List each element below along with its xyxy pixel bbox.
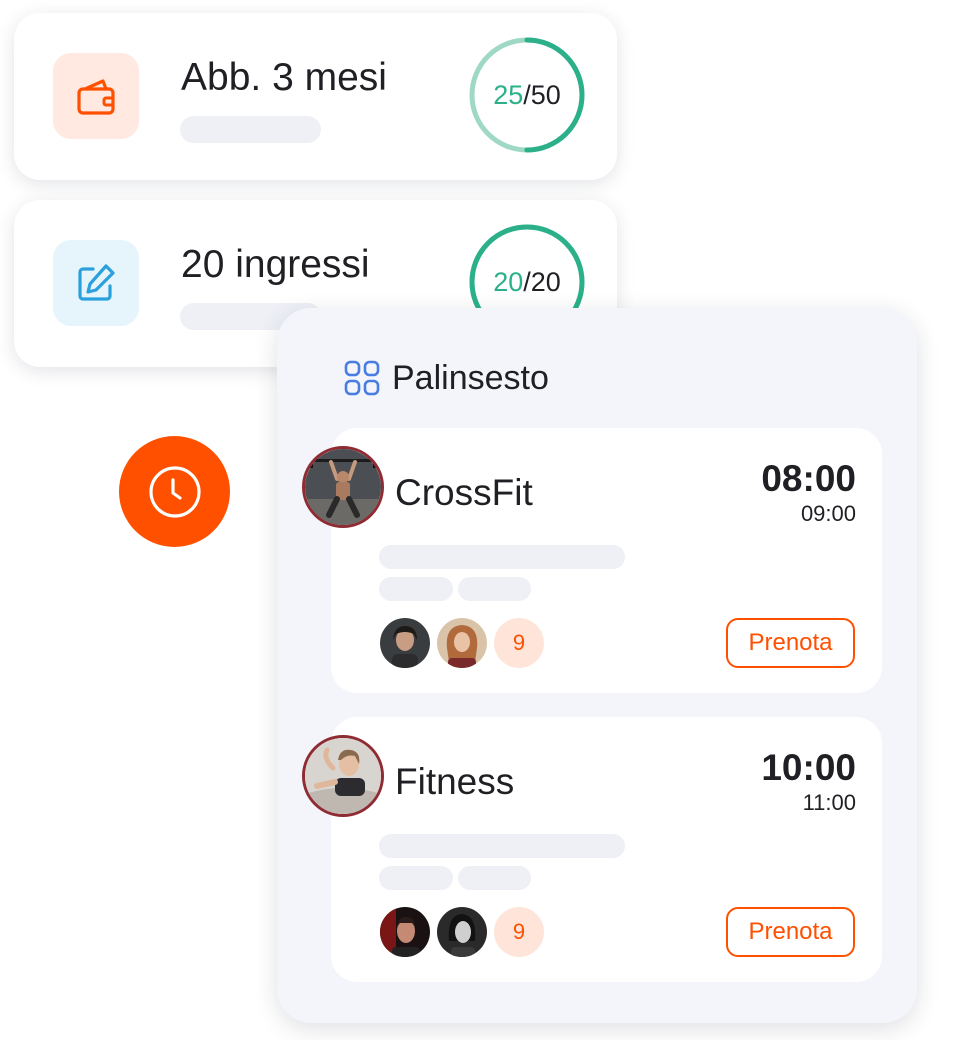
situp-woman-photo <box>302 735 384 817</box>
ring-separator: / <box>523 79 531 110</box>
text-placeholder <box>379 545 625 569</box>
total-count: 50 <box>530 79 561 110</box>
class-end-time: 11:00 <box>802 790 856 815</box>
class-start-time: 10:00 <box>761 747 856 788</box>
class-start-time: 08:00 <box>761 458 856 499</box>
clock-icon <box>148 465 201 518</box>
schedule-title: Palinsesto <box>392 358 549 397</box>
grid-icon <box>344 360 380 396</box>
used-count: 20 <box>493 266 524 297</box>
subscription-title: Abb. 3 mesi <box>181 56 387 99</box>
tag-placeholder <box>379 577 453 601</box>
edit-icon-tile <box>53 240 139 326</box>
avatar <box>380 907 430 957</box>
clock-button[interactable] <box>119 436 230 547</box>
class-name: CrossFit <box>395 472 533 513</box>
book-button[interactable]: Prenota <box>726 618 855 668</box>
class-end-time: 09:00 <box>800 501 856 526</box>
schedule-header: Palinsesto <box>344 358 549 397</box>
participants-count-badge: 9 <box>494 618 544 668</box>
edit-icon <box>78 264 115 301</box>
avatar <box>380 618 430 668</box>
weightlifter-photo <box>302 446 384 528</box>
text-placeholder <box>379 834 625 858</box>
usage-ring: 25/50 <box>467 35 587 155</box>
text-placeholder <box>180 116 321 143</box>
book-button[interactable]: Prenota <box>726 907 855 957</box>
total-count: 20 <box>530 266 561 297</box>
avatar <box>437 618 487 668</box>
schedule-panel: Palinsesto CrossFit 08:00 09:00 9 Prenot… <box>277 308 917 1023</box>
tag-placeholder <box>458 577 531 601</box>
wallet-icon <box>77 79 115 115</box>
class-card-fitness[interactable]: Fitness 10:00 11:00 9 Prenota <box>302 717 882 982</box>
tag-placeholder <box>379 866 453 890</box>
wallet-icon-tile <box>53 53 139 139</box>
avatar <box>437 907 487 957</box>
subscription-title: 20 ingressi <box>181 243 370 286</box>
tag-placeholder <box>458 866 531 890</box>
participants-count-badge: 9 <box>494 907 544 957</box>
subscription-card-3-months[interactable]: Abb. 3 mesi 25/50 <box>14 13 617 180</box>
class-card-crossfit[interactable]: CrossFit 08:00 09:00 9 Prenota <box>302 428 882 693</box>
ring-separator: / <box>523 266 531 297</box>
used-count: 25 <box>493 79 524 110</box>
class-name: Fitness <box>395 761 515 802</box>
